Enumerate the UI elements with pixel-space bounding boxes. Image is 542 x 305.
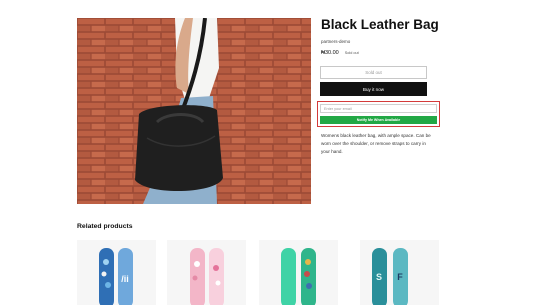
status-badge: Sold out (344, 51, 359, 55)
sold-out-button[interactable]: Sold out (320, 66, 427, 79)
product-price: ₦30.00 (321, 50, 339, 56)
product-vendor: partners-demo (321, 39, 351, 44)
related-product-card[interactable]: /ii (77, 240, 156, 305)
snowboard-icon: S F (372, 248, 408, 305)
buy-now-button[interactable]: Buy it now (320, 82, 427, 96)
product-image[interactable] (77, 18, 311, 204)
svg-text:/ii: /ii (121, 274, 129, 284)
svg-text:S: S (376, 272, 382, 282)
snowboard-icon (281, 248, 316, 305)
related-product-card[interactable] (167, 240, 246, 305)
snowboard-icon (190, 248, 224, 305)
related-product-card[interactable] (259, 240, 338, 305)
price-row: ₦30.00 Sold out (321, 50, 359, 56)
svg-text:F: F (397, 272, 403, 282)
snowboard-icon: /ii (99, 248, 133, 305)
related-product-card[interactable]: S F (360, 240, 439, 305)
email-field[interactable] (320, 104, 437, 113)
product-description: Womens black leather bag, with ample spa… (321, 133, 431, 154)
notify-button[interactable]: Notify Me When Available (320, 116, 437, 124)
product-title: Black Leather Bag (321, 17, 439, 32)
product-photo-icon (77, 18, 311, 204)
related-products-heading: Related products (77, 223, 133, 230)
